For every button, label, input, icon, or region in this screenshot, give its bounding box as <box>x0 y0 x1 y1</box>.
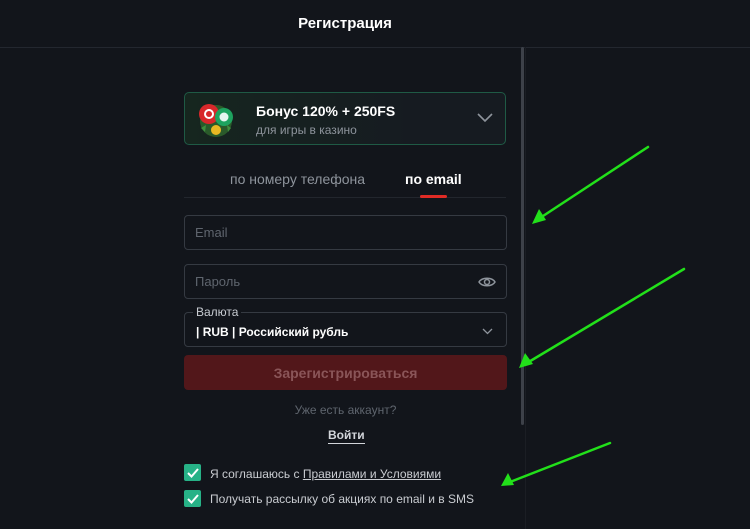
terms-consent: Я соглашаюсь с Правилами и Условиями <box>210 467 441 481</box>
password-field[interactable] <box>185 265 506 298</box>
has-account-text: Уже есть аккаунт? <box>294 403 397 417</box>
chevron-down-icon <box>482 328 493 335</box>
annotation-arrow <box>525 267 686 365</box>
panel-divider <box>525 47 526 529</box>
scrollbar[interactable] <box>521 47 524 425</box>
bonus-subtitle: для игры в казино <box>256 123 357 137</box>
terms-checkbox[interactable] <box>184 464 201 481</box>
annotation-arrowhead <box>532 209 546 224</box>
page-title: Регистрация <box>298 15 392 32</box>
register-button[interactable]: Зарегистрироваться <box>184 355 507 390</box>
annotation-arrow <box>538 145 650 220</box>
eye-icon[interactable] <box>478 275 496 289</box>
email-field[interactable] <box>185 216 506 249</box>
tab-email[interactable]: по email <box>405 171 462 187</box>
terms-link[interactable]: Правилами и Условиями <box>303 467 441 481</box>
tab-phone[interactable]: по номеру телефона <box>230 171 365 187</box>
password-field-wrapper <box>184 264 507 299</box>
active-tab-indicator <box>420 195 447 198</box>
modal-header: Регистрация <box>0 0 750 48</box>
email-field-wrapper <box>184 215 507 250</box>
casino-chips-icon <box>199 104 233 137</box>
bonus-selector[interactable]: Бонус 120% + 250FS для игры в казино <box>184 92 506 145</box>
checkmark-icon <box>186 493 199 504</box>
newsletter-consent: Получать рассылку об акциях по email и в… <box>210 492 474 506</box>
currency-select[interactable]: Валюта | RUB | Российский рубль <box>184 305 507 347</box>
terms-prefix: Я соглашаюсь с <box>210 467 303 481</box>
currency-value: | RUB | Российский рубль <box>196 325 349 339</box>
currency-label: Валюта <box>193 305 242 319</box>
tab-divider <box>184 197 506 198</box>
annotation-arrowhead <box>501 473 514 486</box>
bonus-title: Бонус 120% + 250FS <box>256 103 396 119</box>
chevron-down-icon[interactable] <box>477 113 493 123</box>
newsletter-checkbox[interactable] <box>184 490 201 507</box>
checkmark-icon <box>186 467 199 478</box>
login-link[interactable]: Войти <box>328 428 365 444</box>
